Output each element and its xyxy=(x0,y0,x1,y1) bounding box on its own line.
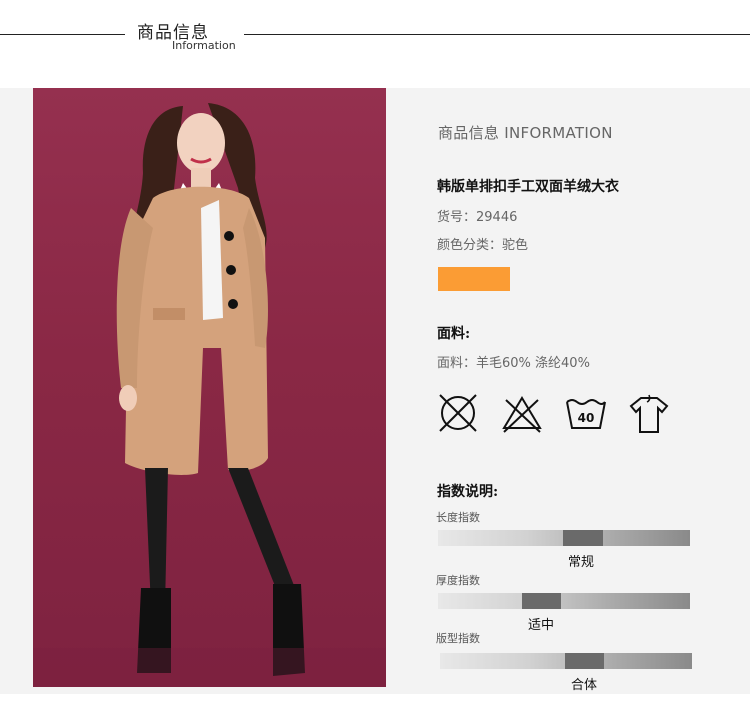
thickness-index-value: 适中 xyxy=(528,618,555,633)
fabric-heading: 面料: xyxy=(437,326,471,342)
thickness-index-marker xyxy=(522,593,561,609)
fit-index-marker xyxy=(565,653,604,669)
color-text: 颜色分类：驼色 xyxy=(437,238,529,253)
header-divider-right xyxy=(244,34,750,35)
header-divider-left xyxy=(0,34,125,35)
fabric-text: 面料：羊毛60% 涤纶40% xyxy=(437,356,590,371)
product-detail-page: 商品信息 Information 商品信息 INFORMATION 韩版单排扣手… xyxy=(0,0,750,720)
color-swatch xyxy=(438,267,510,291)
fit-index-label: 版型指数 xyxy=(436,632,480,645)
fit-index-value: 合体 xyxy=(571,678,598,693)
wash-40-icon: 40 xyxy=(566,399,606,429)
length-index-marker xyxy=(563,530,603,546)
header-subtitle: Information xyxy=(172,39,236,52)
thickness-index-label: 厚度指数 xyxy=(436,574,480,587)
no-tumble-dry-icon xyxy=(502,396,542,433)
model-illustration xyxy=(33,103,386,687)
length-index-label: 长度指数 xyxy=(436,511,480,524)
product-name: 韩版单排扣手工双面羊绒大衣 xyxy=(437,179,619,195)
section-title: 商品信息 INFORMATION xyxy=(438,124,613,142)
sku-text: 货号：29446 xyxy=(437,210,518,225)
thickness-index-bar xyxy=(438,593,690,609)
hang-dry-icon xyxy=(629,394,669,433)
wash-temp-label: 40 xyxy=(578,411,595,425)
fit-index-bar xyxy=(440,653,692,669)
product-photo xyxy=(33,88,386,687)
index-heading: 指数说明: xyxy=(437,484,499,500)
length-index-value: 常规 xyxy=(568,555,595,570)
length-index-bar xyxy=(438,530,690,546)
no-bleach-icon xyxy=(439,394,477,432)
